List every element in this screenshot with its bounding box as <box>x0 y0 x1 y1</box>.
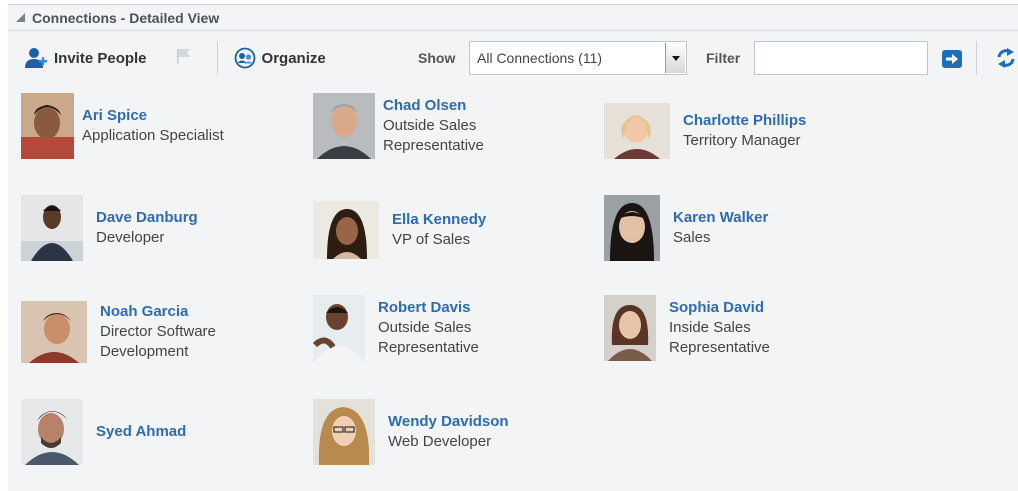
person-role: Inside Sales Representative <box>669 319 770 356</box>
person-name[interactable]: Chad Olsen <box>383 96 523 116</box>
arrow-right-icon <box>946 54 958 64</box>
panel-header: Connections - Detailed View <box>8 5 1018 31</box>
person-name[interactable]: Robert Davis <box>378 298 508 318</box>
connection-card: Sophia David Inside Sales Representative <box>604 295 799 361</box>
person-role: Web Developer <box>388 433 492 450</box>
person-name[interactable]: Karen Walker <box>673 208 768 228</box>
person-name[interactable]: Ari Spice <box>82 106 224 126</box>
connection-card: Robert Davis Outside Sales Representativ… <box>313 295 508 361</box>
toolbar-separator <box>976 41 977 75</box>
organize-icon <box>234 47 255 69</box>
connection-card: Ella Kennedy VP of Sales <box>313 201 486 259</box>
show-label: Show <box>418 50 456 66</box>
connections-panel: Connections - Detailed View Invite Peopl… <box>8 4 1018 491</box>
avatar[interactable] <box>604 295 656 361</box>
refresh-icon <box>997 48 1015 68</box>
toolbar-separator <box>216 41 218 75</box>
avatar[interactable] <box>313 93 375 159</box>
person-name[interactable]: Noah Garcia <box>100 302 230 322</box>
organize-label: Organize <box>261 49 326 67</box>
connection-card: Noah Garcia Director Software Developmen… <box>21 301 230 363</box>
connection-card: Syed Ahmad <box>21 399 186 465</box>
toolbar: Invite People Organize Show All Connecti… <box>8 33 1018 83</box>
go-button[interactable] <box>942 50 962 68</box>
connection-card: Charlotte Phillips Territory Manager <box>604 103 806 159</box>
avatar[interactable] <box>313 399 375 465</box>
person-role: Territory Manager <box>683 132 801 149</box>
avatar[interactable] <box>604 103 670 159</box>
person-role: Developer <box>96 229 165 246</box>
add-person-icon <box>25 48 47 68</box>
connection-card: Chad Olsen Outside Sales Representative <box>313 93 523 159</box>
connection-card: Ari Spice Application Specialist <box>21 93 224 159</box>
show-select[interactable]: All Connections (11) <box>469 41 687 75</box>
avatar[interactable] <box>21 195 83 261</box>
connection-card: Wendy Davidson Web Developer <box>313 399 509 465</box>
connection-card: Dave Danburg Developer <box>21 195 198 261</box>
avatar[interactable] <box>21 399 83 465</box>
person-role: Outside Sales Representative <box>383 117 484 154</box>
person-name[interactable]: Ella Kennedy <box>392 210 486 230</box>
person-role: Director Software Development <box>100 323 216 360</box>
person-name[interactable]: Syed Ahmad <box>96 422 186 442</box>
organize-button[interactable]: Organize <box>234 47 326 69</box>
person-role: Outside Sales Representative <box>378 319 479 356</box>
avatar[interactable] <box>21 301 87 363</box>
filter-input[interactable] <box>754 41 928 75</box>
person-name[interactable]: Charlotte Phillips <box>683 111 806 131</box>
invite-people-button[interactable]: Invite People <box>24 47 147 69</box>
person-name[interactable]: Dave Danburg <box>96 208 198 228</box>
filter-label: Filter <box>706 50 741 66</box>
avatar[interactable] <box>313 201 379 259</box>
avatar[interactable] <box>604 195 660 261</box>
avatar[interactable] <box>313 295 365 361</box>
show-select-value: All Connections (11) <box>477 50 603 66</box>
connection-card: Karen Walker Sales <box>604 195 768 261</box>
panel-title: Connections - Detailed View <box>32 9 220 26</box>
person-name[interactable]: Sophia David <box>669 298 799 318</box>
person-role: Application Specialist <box>82 127 224 144</box>
person-name[interactable]: Wendy Davidson <box>388 412 509 432</box>
flag-icon[interactable] <box>175 47 193 70</box>
refresh-button[interactable] <box>996 47 1016 69</box>
invite-people-label: Invite People <box>54 49 147 67</box>
chevron-down-icon[interactable] <box>665 43 685 73</box>
person-role: VP of Sales <box>392 231 471 248</box>
collapse-triangle-icon[interactable] <box>16 13 25 22</box>
avatar[interactable] <box>21 93 74 159</box>
person-role: Sales <box>673 229 711 246</box>
